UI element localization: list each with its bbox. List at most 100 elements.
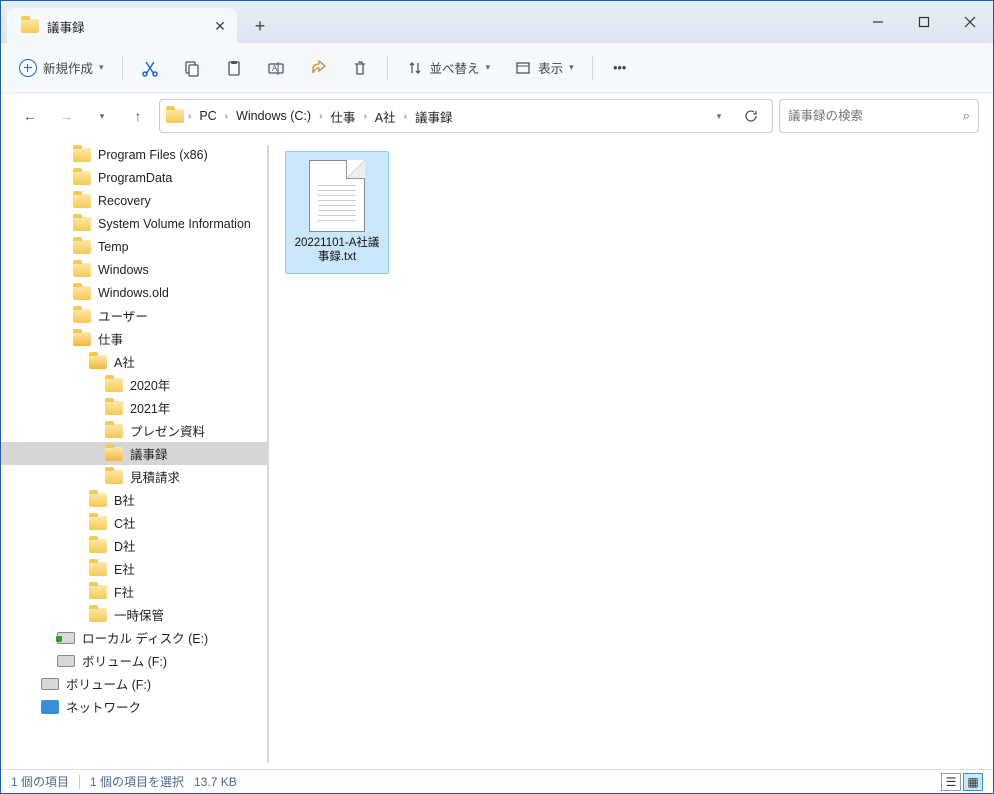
tree-item-label: ボリューム (F:) bbox=[82, 651, 167, 670]
address-bar[interactable]: › PC›Windows (C:)›仕事›A社›議事録 ▾ bbox=[159, 99, 773, 133]
breadcrumb-item[interactable]: 仕事 bbox=[326, 105, 359, 128]
breadcrumb-item[interactable]: A社 bbox=[371, 105, 400, 128]
tree-item[interactable]: Windows.old bbox=[1, 281, 269, 304]
new-label: 新規作成 bbox=[43, 58, 93, 77]
drive-icon bbox=[57, 632, 75, 644]
tree-item[interactable]: 仕事 bbox=[1, 327, 269, 350]
new-button[interactable]: 新規作成 ▾ bbox=[9, 50, 114, 86]
tree-item-label: ProgramData bbox=[98, 171, 172, 185]
close-button[interactable] bbox=[947, 1, 993, 43]
refresh-icon bbox=[744, 109, 758, 123]
text-file-icon bbox=[309, 160, 365, 232]
maximize-icon bbox=[918, 16, 930, 28]
item-count: 1 個の項目 bbox=[11, 773, 69, 790]
file-name: 20221101-A社議事録.txt bbox=[290, 236, 384, 265]
folder-icon bbox=[73, 171, 91, 185]
tree-item[interactable]: プレゼン資料 bbox=[1, 419, 269, 442]
delete-button[interactable] bbox=[341, 50, 379, 86]
tree-item[interactable]: D社 bbox=[1, 534, 269, 557]
folder-icon bbox=[105, 424, 123, 438]
tree-item-label: 議事録 bbox=[130, 444, 168, 463]
up-button[interactable]: ↑ bbox=[123, 101, 153, 131]
trash-icon bbox=[351, 59, 369, 77]
navigation-tree[interactable]: Program Files (x86) ProgramData Recovery Sy… bbox=[1, 139, 269, 769]
breadcrumb-item[interactable]: 議事録 bbox=[411, 105, 457, 128]
tree-item[interactable]: ユーザー bbox=[1, 304, 269, 327]
forward-button[interactable]: → bbox=[51, 101, 81, 131]
tree-item[interactable]: 見積請求 bbox=[1, 465, 269, 488]
minimize-button[interactable] bbox=[855, 1, 901, 43]
chevron-right-icon: › bbox=[225, 111, 228, 122]
tree-item[interactable]: Recovery bbox=[1, 189, 269, 212]
share-button[interactable] bbox=[299, 50, 337, 86]
tree-item[interactable]: ボリューム (F:) bbox=[1, 649, 269, 672]
chevron-down-icon: ▾ bbox=[99, 62, 104, 73]
tree-item[interactable]: ProgramData bbox=[1, 166, 269, 189]
chevron-right-icon: › bbox=[319, 111, 322, 122]
minimize-icon bbox=[872, 16, 884, 28]
tree-item[interactable]: ボリューム (F:) bbox=[1, 672, 269, 695]
back-button[interactable]: ← bbox=[15, 101, 45, 131]
folder-icon bbox=[89, 608, 107, 622]
new-tab-button[interactable]: + bbox=[243, 9, 277, 43]
copy-button[interactable] bbox=[173, 50, 211, 86]
tree-item[interactable]: Program Files (x86) bbox=[1, 143, 269, 166]
rename-button[interactable]: A bbox=[257, 50, 295, 86]
tree-item[interactable]: E社 bbox=[1, 557, 269, 580]
view-toggle: ☰ ▦ bbox=[941, 773, 983, 791]
tree-item[interactable]: 一時保管 bbox=[1, 603, 269, 626]
tree-item-label: ユーザー bbox=[98, 306, 148, 325]
cut-button[interactable] bbox=[131, 50, 169, 86]
folder-open-icon bbox=[105, 447, 123, 461]
tree-item[interactable]: 2021年 bbox=[1, 396, 269, 419]
paste-button[interactable] bbox=[215, 50, 253, 86]
tree-item[interactable]: ローカル ディスク (E:) bbox=[1, 626, 269, 649]
sort-button[interactable]: 並べ替え ▾ bbox=[396, 50, 501, 86]
breadcrumb-item[interactable]: PC bbox=[195, 107, 220, 125]
paste-icon bbox=[225, 59, 243, 77]
search-box[interactable]: ⌕ bbox=[779, 99, 979, 133]
tree-item[interactable]: 2020年 bbox=[1, 373, 269, 396]
folder-icon bbox=[89, 516, 107, 530]
folder-icon bbox=[73, 148, 91, 162]
tree-item-label: C社 bbox=[114, 513, 136, 532]
tree-item-label: 2020年 bbox=[130, 375, 170, 394]
selected-count: 1 個の項目を選択 bbox=[90, 773, 184, 790]
chevron-right-icon: › bbox=[404, 111, 407, 122]
toolbar: 新規作成 ▾ A 並べ替え ▾ 表示 ▾ ••• bbox=[1, 43, 993, 93]
file-item[interactable]: 20221101-A社議事録.txt bbox=[285, 151, 389, 274]
tree-item-label: Recovery bbox=[98, 194, 151, 208]
folder-icon bbox=[89, 539, 107, 553]
tree-item[interactable]: C社 bbox=[1, 511, 269, 534]
tree-item[interactable]: ネットワーク bbox=[1, 695, 269, 718]
chevron-down-icon: ▾ bbox=[100, 111, 105, 122]
tree-item[interactable]: System Volume Information bbox=[1, 212, 269, 235]
tree-item[interactable]: F社 bbox=[1, 580, 269, 603]
address-dropdown[interactable]: ▾ bbox=[704, 101, 734, 131]
tree-item[interactable]: B社 bbox=[1, 488, 269, 511]
folder-icon bbox=[105, 378, 123, 392]
file-content-area[interactable]: 20221101-A社議事録.txt bbox=[269, 139, 993, 769]
breadcrumb-item[interactable]: Windows (C:) bbox=[232, 107, 315, 125]
refresh-button[interactable] bbox=[736, 101, 766, 131]
search-input[interactable] bbox=[788, 109, 963, 123]
folder-icon bbox=[73, 263, 91, 277]
more-button[interactable]: ••• bbox=[601, 50, 639, 86]
status-bar: 1 個の項目 1 個の項目を選択 13.7 KB ☰ ▦ bbox=[1, 769, 993, 793]
window-controls bbox=[855, 1, 993, 43]
maximize-button[interactable] bbox=[901, 1, 947, 43]
window-tab[interactable]: 議事録 ✕ bbox=[7, 8, 237, 44]
tab-title: 議事録 bbox=[47, 17, 205, 36]
close-tab-button[interactable]: ✕ bbox=[213, 19, 227, 33]
tree-item[interactable]: Temp bbox=[1, 235, 269, 258]
tree-item[interactable]: 議事録 bbox=[1, 442, 269, 465]
details-view-button[interactable]: ☰ bbox=[941, 773, 961, 791]
network-icon bbox=[41, 700, 59, 714]
tree-item[interactable]: A社 bbox=[1, 350, 269, 373]
folder-icon bbox=[73, 240, 91, 254]
recent-button[interactable]: ▾ bbox=[87, 101, 117, 131]
tree-item[interactable]: Windows bbox=[1, 258, 269, 281]
tree-item-label: D社 bbox=[114, 536, 136, 555]
icons-view-button[interactable]: ▦ bbox=[963, 773, 983, 791]
view-button[interactable]: 表示 ▾ bbox=[504, 50, 584, 86]
